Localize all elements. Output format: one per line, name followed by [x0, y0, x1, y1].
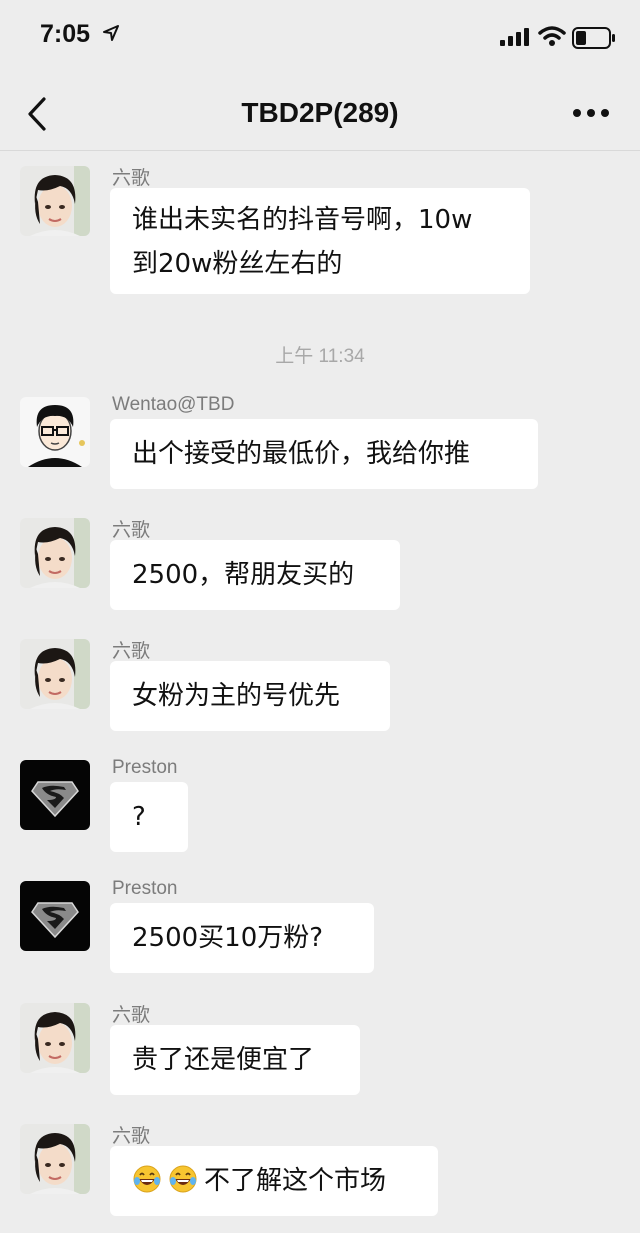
cartoon-man-avatar[interactable] — [20, 397, 90, 467]
sender-name: Preston — [112, 878, 178, 899]
wifi-icon — [538, 26, 566, 46]
sender-name: Preston — [112, 757, 178, 778]
more-options-icon[interactable] — [568, 100, 614, 126]
message-bubble[interactable]: 出个接受的最低价，我给你推 — [110, 419, 538, 489]
sender-name: 六歌 — [112, 168, 151, 189]
message-text: 出个接受的最低价，我给你推 — [132, 439, 471, 469]
message-row: 六歌 贵了还是便宜了 — [0, 1003, 640, 1098]
status-bar: 7:05 — [0, 0, 640, 78]
cellular-signal-icon — [500, 28, 529, 46]
sender-name: 六歌 — [112, 1126, 151, 1147]
woman-avatar[interactable] — [20, 166, 90, 236]
message-bubble[interactable]: 不了解这个市场 — [110, 1146, 438, 1216]
message-text-line: 到20w粉丝左右的 — [132, 249, 343, 279]
message-text: ? — [132, 802, 146, 832]
message-bubble[interactable]: ? — [110, 782, 188, 852]
message-row: 六歌 女粉为主的号优先 — [0, 639, 640, 734]
woman-avatar[interactable] — [20, 518, 90, 588]
message-row: Preston 2500买10万粉? — [0, 878, 640, 976]
message-row: Wentao@TBD 出个接受的最低价，我给你推 — [0, 394, 640, 492]
location-arrow-icon — [103, 25, 119, 41]
message-bubble[interactable]: 2500，帮朋友买的 — [110, 540, 400, 610]
chat-messages[interactable]: 六歌 谁出未实名的抖音号啊，10w 到20w粉丝左右的 上午 11:34 Wen… — [0, 150, 640, 1233]
chat-title: TBD2P(289) — [241, 97, 399, 128]
sender-name: 六歌 — [112, 520, 151, 541]
woman-avatar[interactable] — [20, 1003, 90, 1073]
message-text-line: 谁出未实名的抖音号啊，10w — [132, 205, 473, 235]
message-row: Preston ? — [0, 757, 640, 855]
message-row: 六歌 2500，帮朋友买的 — [0, 518, 640, 613]
message-row: 六歌 谁出未实名的抖音号啊，10w 到20w粉丝左右的 — [0, 166, 640, 296]
message-text: 2500，帮朋友买的 — [132, 560, 355, 590]
chat-header: TBD2P(289) — [0, 78, 640, 151]
message-bubble[interactable]: 谁出未实名的抖音号啊，10w 到20w粉丝左右的 — [110, 188, 530, 294]
laughing-tears-emoji-icon — [169, 1165, 197, 1193]
sender-name: 六歌 — [112, 641, 151, 662]
timestamp: 上午 11:34 — [275, 346, 365, 367]
status-time: 7:05 — [40, 20, 91, 48]
sender-name: Wentao@TBD — [112, 394, 235, 415]
laughing-tears-emoji-icon — [133, 1165, 161, 1193]
message-bubble[interactable]: 女粉为主的号优先 — [110, 661, 390, 731]
battery-icon — [572, 27, 615, 49]
woman-avatar[interactable] — [20, 639, 90, 709]
woman-avatar[interactable] — [20, 1124, 90, 1194]
message-text: 女粉为主的号优先 — [132, 681, 341, 711]
message-row: 六歌 不了解这个市场 — [0, 1124, 640, 1219]
superman-logo-avatar[interactable] — [20, 881, 90, 951]
sender-name: 六歌 — [112, 1005, 151, 1026]
message-text: 贵了还是便宜了 — [132, 1045, 315, 1075]
message-text: 2500买10万粉? — [132, 923, 324, 953]
message-text: 不了解这个市场 — [204, 1166, 387, 1196]
message-bubble[interactable]: 贵了还是便宜了 — [110, 1025, 360, 1095]
message-bubble[interactable]: 2500买10万粉? — [110, 903, 374, 973]
superman-logo-avatar[interactable] — [20, 760, 90, 830]
